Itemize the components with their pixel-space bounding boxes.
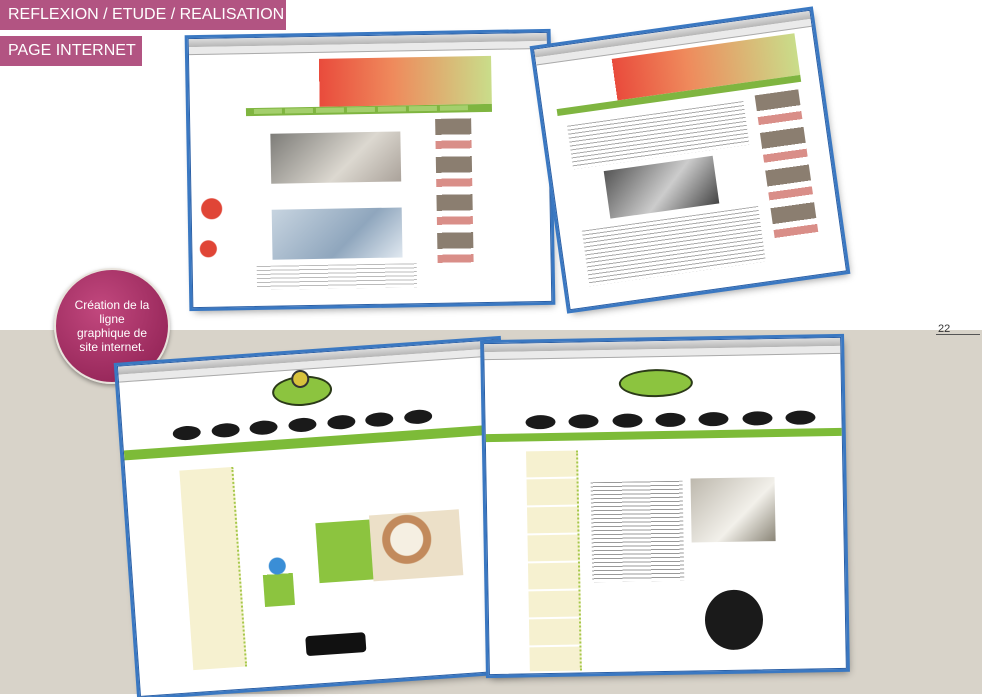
fabrication-badge	[305, 632, 367, 657]
screenshot-psychologues-article	[532, 9, 848, 311]
left-sidebar	[179, 466, 248, 671]
body-text-lines	[256, 263, 418, 290]
yogurt-photo	[690, 477, 776, 543]
screenshot-ferme-fromage	[116, 339, 522, 697]
document-photo	[271, 207, 403, 260]
green-callout-box	[315, 519, 378, 584]
welcome-text-lines	[590, 480, 685, 583]
screenshot-psychologues-home	[187, 31, 553, 309]
markets-sidebar	[526, 450, 582, 672]
stressed-person-photo	[603, 155, 720, 219]
article-text-lines	[567, 101, 750, 170]
actualites-badge	[704, 589, 764, 651]
sidebar-thumbnails	[435, 118, 474, 269]
meeting-photo	[270, 131, 402, 184]
sidebar-thumbnails	[754, 89, 820, 244]
cheese-photo	[368, 509, 464, 582]
milkmaid-illustration	[261, 555, 296, 607]
site-banner	[245, 55, 492, 109]
page-number-rule	[936, 334, 980, 335]
description-text: Création de la ligne graphique de site i…	[74, 298, 150, 354]
section-subtitle: PAGE INTERNET	[0, 36, 142, 66]
ferme-logo	[618, 368, 694, 398]
poppy-decoration	[191, 178, 233, 280]
screenshot-ferme-home	[483, 336, 847, 676]
section-title: REFLEXION / ETUDE / REALISATION	[0, 0, 286, 30]
